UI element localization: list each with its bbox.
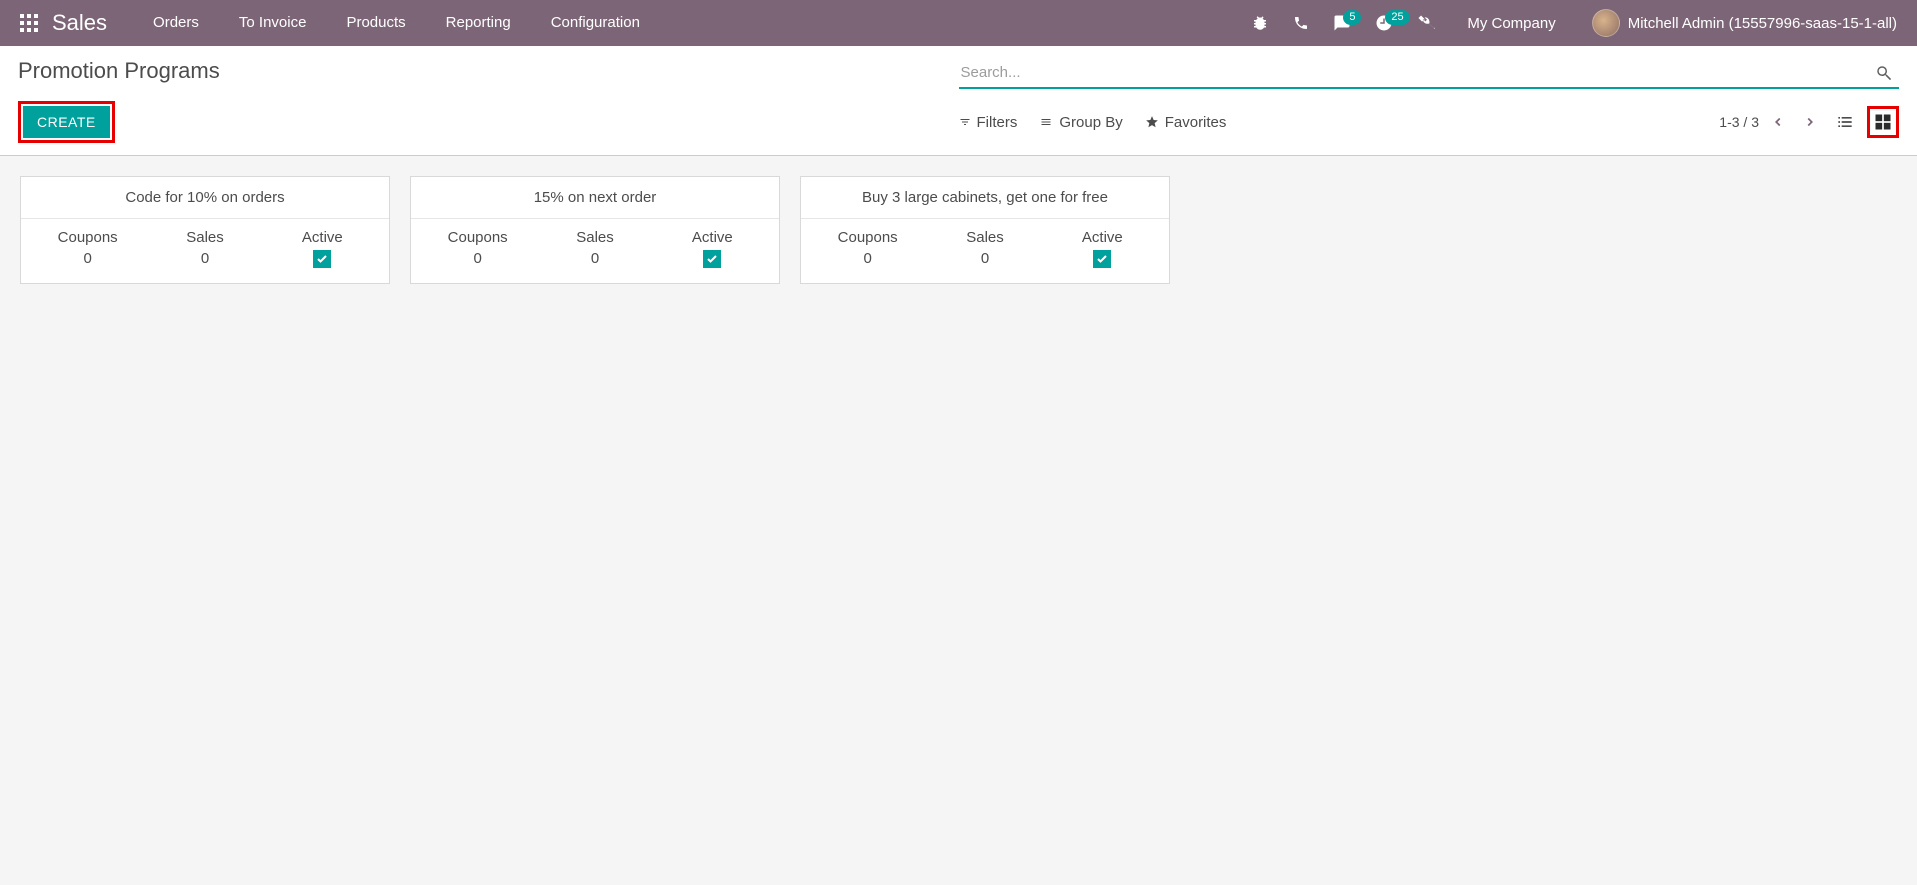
kanban-view-icon[interactable] [1867,106,1899,138]
filter-icon [959,116,971,128]
promo-card[interactable]: Code for 10% on orders Coupons0 Sales0 A… [20,176,390,284]
main-menu: Orders To Invoice Products Reporting Con… [137,0,656,46]
messaging-icon[interactable]: 5 [1327,14,1357,32]
create-button[interactable]: CREATE [23,106,110,138]
user-name: Mitchell Admin (15557996-saas-15-1-all) [1628,15,1897,32]
col-coupons-val: 0 [29,250,146,267]
list-view-icon[interactable] [1831,108,1859,136]
promo-title: Code for 10% on orders [21,177,389,219]
col-sales-val: 0 [926,250,1043,267]
phone-icon[interactable] [1287,15,1315,31]
search-icon[interactable] [1869,64,1899,82]
promo-card[interactable]: 15% on next order Coupons0 Sales0 Active [410,176,780,284]
col-active-label: Active [654,229,771,246]
groupby-icon [1039,116,1053,128]
col-coupons-val: 0 [809,250,926,267]
app-brand[interactable]: Sales [48,10,117,36]
col-active-label: Active [1044,229,1161,246]
groupby-label: Group By [1059,114,1122,131]
menu-orders[interactable]: Orders [137,0,215,46]
control-panel: Promotion Programs CREATE Filters [0,46,1917,156]
star-icon [1145,115,1159,129]
systray: 5 25 My Company Mitchell Admin (15557996… [1245,9,1907,37]
col-coupons-label: Coupons [419,229,536,246]
col-coupons-label: Coupons [809,229,926,246]
messaging-badge: 5 [1343,10,1361,25]
promo-title: 15% on next order [411,177,779,219]
col-sales-val: 0 [536,250,653,267]
promo-title: Buy 3 large cabinets, get one for free [801,177,1169,219]
pager: 1-3 / 3 [1719,114,1817,130]
check-icon [313,250,331,268]
favorites-label: Favorites [1165,114,1227,131]
activity-icon[interactable]: 25 [1369,14,1399,32]
search-bar [959,58,1900,89]
view-switcher [1831,106,1899,138]
search-tools: Filters Group By Favorites [959,114,1227,131]
menu-to-invoice[interactable]: To Invoice [223,0,323,46]
kanban-view: Code for 10% on orders Coupons0 Sales0 A… [0,156,1917,304]
col-coupons-val: 0 [419,250,536,267]
top-navbar: Sales Orders To Invoice Products Reporti… [0,0,1917,46]
col-active-label: Active [264,229,381,246]
check-icon [1093,250,1111,268]
create-highlight: CREATE [18,101,115,143]
favorites-button[interactable]: Favorites [1145,114,1227,131]
menu-products[interactable]: Products [330,0,421,46]
groupby-button[interactable]: Group By [1039,114,1122,131]
col-coupons-label: Coupons [29,229,146,246]
filters-label: Filters [977,114,1018,131]
tools-icon[interactable] [1411,14,1441,32]
company-switcher[interactable]: My Company [1453,15,1569,32]
pager-value: 1-3 / 3 [1719,114,1759,130]
pager-prev-icon[interactable] [1771,115,1785,129]
bug-icon[interactable] [1245,14,1275,32]
apps-icon[interactable] [10,14,48,32]
menu-configuration[interactable]: Configuration [535,0,656,46]
user-menu[interactable]: Mitchell Admin (15557996-saas-15-1-all) [1582,9,1907,37]
filters-button[interactable]: Filters [959,114,1018,131]
search-input[interactable] [959,58,1870,87]
page-title: Promotion Programs [18,58,959,84]
promo-card[interactable]: Buy 3 large cabinets, get one for free C… [800,176,1170,284]
pager-next-icon[interactable] [1803,115,1817,129]
avatar [1592,9,1620,37]
activity-badge: 25 [1385,10,1409,25]
col-sales-label: Sales [146,229,263,246]
check-icon [703,250,721,268]
col-sales-label: Sales [536,229,653,246]
menu-reporting[interactable]: Reporting [430,0,527,46]
col-sales-label: Sales [926,229,1043,246]
col-sales-val: 0 [146,250,263,267]
